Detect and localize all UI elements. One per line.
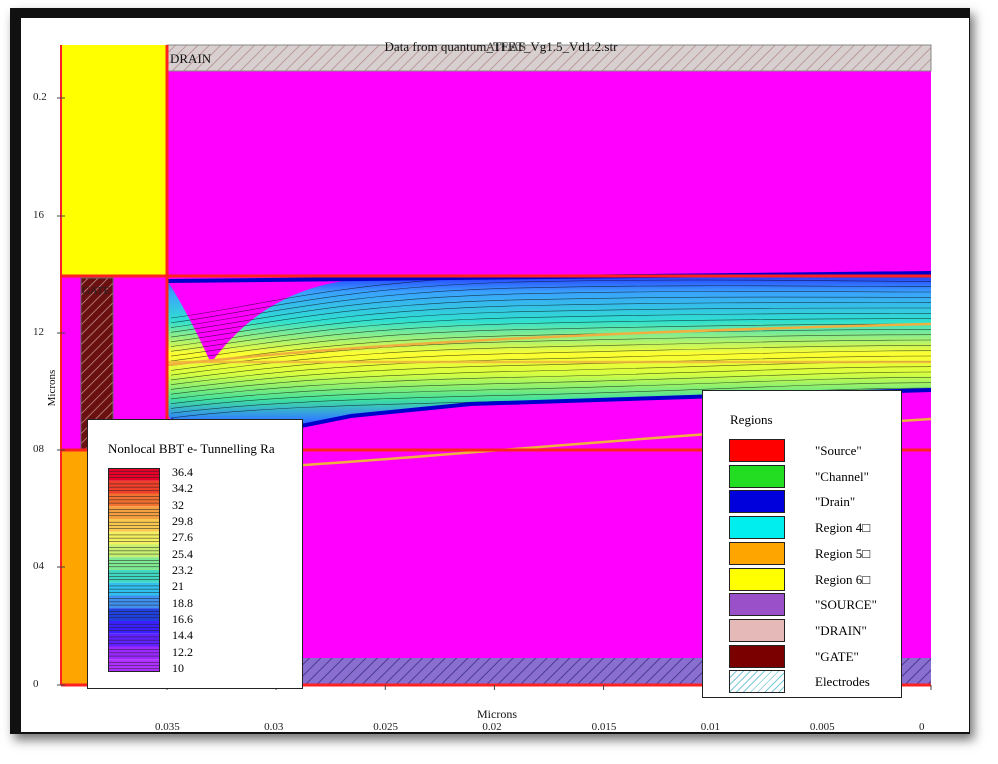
region-label: "Source" xyxy=(815,443,862,458)
region-yellow xyxy=(61,45,167,276)
x-tick-label: 0.005 xyxy=(809,721,835,733)
x-tick-label: 0.015 xyxy=(591,721,617,733)
region-swatch xyxy=(729,618,785,642)
y-axis-title: Microns xyxy=(46,370,58,407)
colorbar-label: 27.6 xyxy=(172,530,193,545)
region-swatch xyxy=(729,644,785,668)
colorbar-label: 34.2 xyxy=(172,481,193,496)
regions-legend-row: Region 6□ xyxy=(729,567,899,592)
region-label: Region 5□ xyxy=(815,545,871,561)
region-label: Electrodes xyxy=(815,674,870,690)
regions-legend-row: "SOURCE" xyxy=(729,593,899,617)
x-tick-label: 0.02 xyxy=(482,721,502,733)
colorbar-label: 18.8 xyxy=(172,595,193,610)
x-axis-title: Microns xyxy=(477,707,517,721)
colorbar-label: 29.8 xyxy=(172,514,193,528)
colorbar-label: 21 xyxy=(172,579,184,594)
gate-label: GATE xyxy=(82,285,110,297)
regions-legend-row: "Channel" xyxy=(729,464,899,489)
colorbar-label: 14.4 xyxy=(172,628,193,643)
region-swatch xyxy=(729,439,785,462)
colorbar-label: 16.6 xyxy=(172,612,193,626)
region-label: "GATE" xyxy=(815,648,859,664)
x-tick-label: 0.025 xyxy=(373,721,399,733)
region-label: Region 6□ xyxy=(815,571,871,587)
region-swatch xyxy=(729,593,785,617)
chart-overlay-title: ATLAS xyxy=(486,39,526,54)
region-label: "SOURCE" xyxy=(815,597,877,613)
region-swatch xyxy=(729,670,785,694)
x-tick-label: 0.035 xyxy=(155,721,180,733)
region-label: "DRAIN" xyxy=(815,622,867,638)
colorbar-label: 23.2 xyxy=(172,563,193,577)
region-label: "Drain" xyxy=(815,494,856,510)
regions-legend-row: Region 4□ xyxy=(729,516,899,540)
regions-legend-row: "Drain" xyxy=(729,490,899,514)
colorbar-label: 25.4 xyxy=(172,546,193,561)
region-swatch xyxy=(729,541,785,565)
drain-label: DRAIN xyxy=(170,51,212,66)
y-tick-label: 04 xyxy=(33,560,44,572)
colorbar-title: Nonlocal BBT e- Tunnelling Ra xyxy=(108,441,275,456)
colorbar-label: 32 xyxy=(172,497,184,512)
region-swatch xyxy=(729,516,785,540)
y-tick-label: 0 xyxy=(33,678,39,690)
region-label: Region 4□ xyxy=(815,520,871,536)
regions-legend-row: "Source" xyxy=(729,439,899,463)
x-tick-label: 0.03 xyxy=(264,721,284,733)
region-swatch xyxy=(729,464,785,488)
colorbar-swatches xyxy=(108,468,160,672)
regions-legend-row: Region 5□ xyxy=(729,541,899,566)
region-swatch xyxy=(729,567,785,591)
regions-legend: Regions "Source" "Channel" "Drain" Region 4… xyxy=(702,390,902,698)
y-tick-label: 16 xyxy=(33,209,44,221)
x-tick-label: 0.01 xyxy=(700,721,720,733)
regions-legend-row: "GATE" xyxy=(729,644,899,669)
colorbar-label: 36.4 xyxy=(172,465,193,479)
regions-legend-title: Regions xyxy=(730,412,773,427)
region-swatch xyxy=(729,490,785,514)
region-label: "Channel" xyxy=(815,468,869,484)
plot-frame: Data from quantum_TFET_Vg1.5_Vd1.2.str A… xyxy=(10,8,970,734)
x-tick-label: 0 xyxy=(919,721,925,733)
y-tick-label: 08 xyxy=(33,443,44,455)
regions-legend-row: Electrodes xyxy=(729,670,899,694)
plot-canvas: Data from quantum_TFET_Vg1.5_Vd1.2.str A… xyxy=(21,18,969,733)
colorbar-label: 12.2 xyxy=(172,644,193,659)
colorbar-legend: Nonlocal BBT e- Tunnelling Ra 36.4 34.2 32… xyxy=(87,419,303,689)
y-tick-label: 0.2 xyxy=(33,91,47,103)
y-tick-label: 12 xyxy=(33,326,44,338)
colorbar-label: 10 xyxy=(172,661,184,675)
regions-legend-row: "DRAIN" xyxy=(729,618,899,643)
